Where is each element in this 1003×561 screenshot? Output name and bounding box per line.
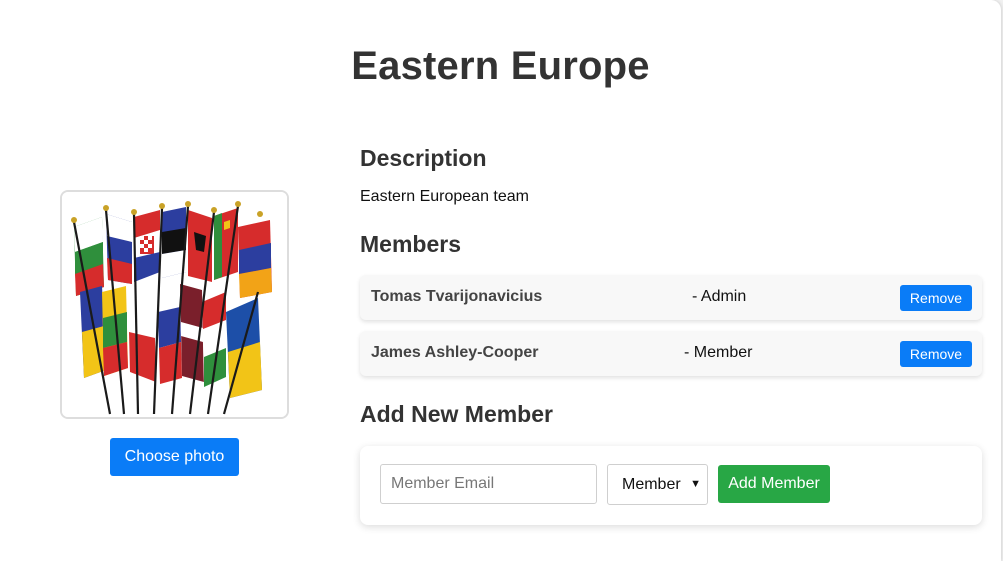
member-email-input[interactable] <box>380 464 597 504</box>
role-select-value: Member <box>622 475 681 493</box>
choose-photo-button[interactable]: Choose photo <box>110 438 239 476</box>
add-member-form: Member ▼ Add Member <box>360 446 982 525</box>
team-card: Eastern Europe Choose photo Description … <box>0 0 1001 561</box>
add-member-heading: Add New Member <box>360 401 553 427</box>
description-heading: Description <box>360 145 487 171</box>
flags-image <box>62 192 287 417</box>
remove-member-button[interactable]: Remove <box>900 285 972 311</box>
description-text: Eastern European team <box>360 188 529 205</box>
member-role: - Admin <box>692 288 747 305</box>
member-name: Tomas Tvarijonavicius <box>371 288 543 305</box>
add-member-button[interactable]: Add Member <box>718 465 830 503</box>
members-heading: Members <box>360 231 461 257</box>
remove-member-button[interactable]: Remove <box>900 341 972 367</box>
member-role: - Member <box>684 344 753 361</box>
chevron-down-icon: ▼ <box>690 478 701 490</box>
page-title: Eastern Europe <box>351 44 650 88</box>
team-photo <box>60 190 289 419</box>
member-role-select[interactable]: Member ▼ <box>607 464 708 505</box>
member-row: Tomas Tvarijonavicius - Admin Remove <box>360 275 982 320</box>
member-name: James Ashley-Cooper <box>371 344 539 361</box>
member-row: James Ashley-Cooper - Member Remove <box>360 331 982 376</box>
